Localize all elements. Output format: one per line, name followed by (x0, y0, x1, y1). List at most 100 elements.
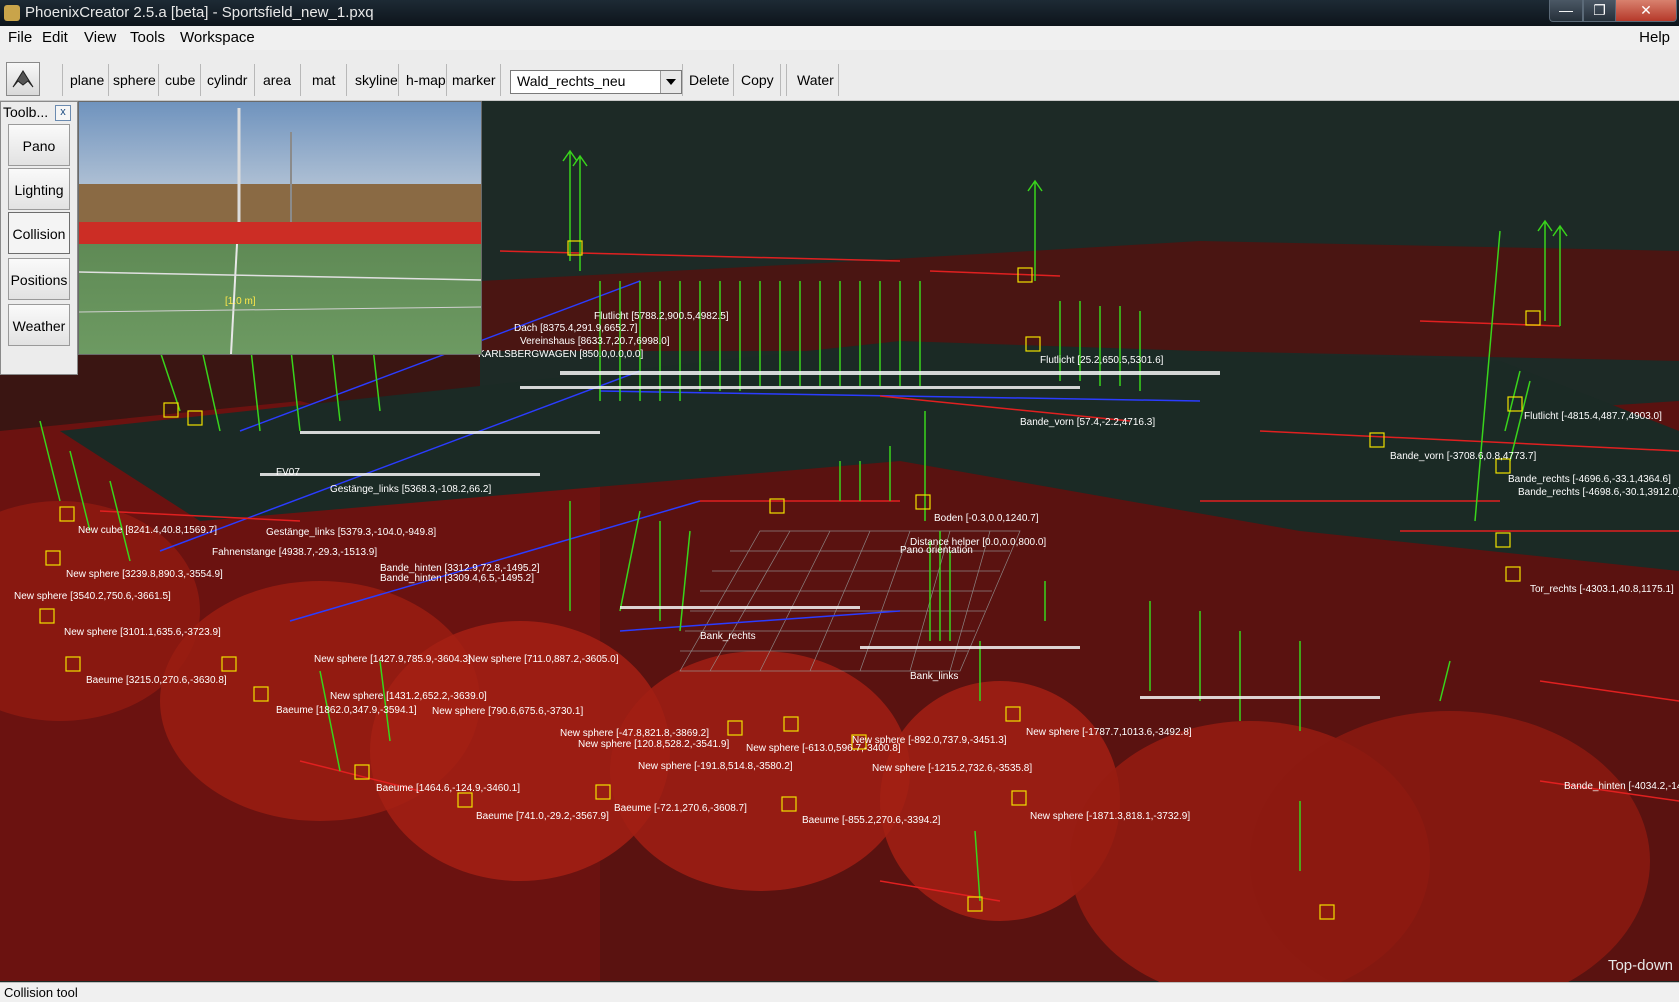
object-label: Baeume [741.0,-29.2,-3567.9] (476, 811, 609, 822)
object-label: Baeume [1862.0,347.9,-3594.1] (276, 705, 417, 716)
object-label: New sphere [-1215.2,732.6,-3535.8] (872, 763, 1033, 774)
skyline-button[interactable]: skyline (355, 72, 398, 88)
sphere-button[interactable]: sphere (113, 72, 156, 88)
object-label: New sphere [3239.8,890.3,-3554.9] (66, 569, 223, 580)
phoenix-logo-icon[interactable] (6, 62, 40, 96)
object-label: Pano orientation (900, 545, 973, 556)
toolbar-separator (446, 64, 447, 96)
pano-lines (79, 108, 481, 354)
delete-button[interactable]: Delete (689, 72, 729, 88)
toolbar: plane sphere cube cylindr area mat skyli… (0, 50, 1679, 101)
pano-scale-label: [1.0 m] (225, 296, 256, 307)
toolbar-separator (346, 64, 347, 96)
menu-file[interactable]: File (8, 29, 32, 46)
title-bar: PhoenixCreator 2.5.a [beta] - Sportsfiel… (0, 0, 1679, 26)
minimize-button[interactable]: — (1549, 0, 1583, 22)
chevron-down-icon[interactable] (660, 71, 681, 93)
object-label: Bande_vorn [-3708.6,0.8,4773.7] (1390, 451, 1537, 462)
object-label: Bank_rechts (700, 631, 756, 642)
object-label: Boden [-0.3,0.0,1240.7] (934, 513, 1039, 524)
positions-button[interactable]: Positions (8, 258, 70, 300)
close-button[interactable]: ✕ (1615, 0, 1677, 22)
object-label: Bande_rechts [-4698.6,-30.1,3912.0] (1518, 487, 1679, 498)
maximize-button[interactable]: ❐ (1583, 0, 1616, 22)
object-label: Baeume [-855.2,270.6,-3394.2] (802, 815, 941, 826)
object-label: New sphere [-191.8,514.8,-3580.2] (638, 761, 793, 772)
toolbar-separator (682, 64, 683, 96)
toolbar-separator (300, 64, 301, 96)
collision-button[interactable]: Collision (8, 212, 70, 254)
menu-bar: File Edit View Tools Workspace Help (0, 26, 1679, 50)
object-label: Gestänge_links [5379.3,-104.0,-949.8] (266, 527, 437, 538)
toolbar-separator (500, 64, 501, 96)
toolbar-separator (108, 64, 109, 96)
toolbox-panel: Toolb... x Pano Lighting Collision Posit… (0, 101, 78, 375)
plane-button[interactable]: plane (70, 72, 104, 88)
cylinder-button[interactable]: cylindr (207, 72, 247, 88)
menu-workspace[interactable]: Workspace (180, 29, 255, 46)
object-label: Flutlicht [25.2,650.5,5301.6] (1040, 355, 1164, 366)
water-button[interactable]: Water (797, 72, 834, 88)
toolbar-separator (200, 64, 201, 96)
view-mode-label: Top-down (1607, 957, 1673, 974)
toolbar-separator (786, 64, 787, 96)
status-bar: Collision tool (0, 982, 1679, 1002)
close-icon[interactable]: x (55, 105, 71, 121)
object-label: New sphere [3101.1,635.6,-3723.9] (64, 627, 221, 638)
menu-view[interactable]: View (84, 29, 116, 46)
object-label: Gestänge_links [5368.3,-108.2,66.2] (330, 484, 492, 495)
object-label: New sphere [-1871.3,818.1,-3732.9] (1030, 811, 1191, 822)
toolbar-separator (398, 64, 399, 96)
mat-button[interactable]: mat (312, 72, 335, 88)
object-label: Baeume [1464.6,-124.9,-3460.1] (376, 783, 520, 794)
object-label: Bande_hinten [3309.4,6.5,-1495.2] (380, 573, 535, 584)
object-label: New sphere [-892.0,737.9,-3451.3] (852, 735, 1007, 746)
pano-button[interactable]: Pano (8, 124, 70, 166)
window-title: PhoenixCreator 2.5.a [beta] - Sportsfiel… (25, 4, 374, 21)
app-icon (4, 5, 20, 21)
object-label: New sphere [120.8,528.2,-3541.9] (578, 739, 730, 750)
material-select[interactable]: Wald_rechts_neu (510, 70, 682, 94)
area-button[interactable]: area (263, 72, 291, 88)
object-label: New cube [8241.4,40.8,1569.7] (78, 525, 217, 536)
object-label: New sphere [790.6,675.6,-3730.1] (432, 706, 584, 717)
hmap-button[interactable]: h-map (406, 72, 446, 88)
weather-button[interactable]: Weather (8, 304, 70, 346)
object-label: Bande_rechts [-4696.6,-33.1,4364.6] (1508, 474, 1671, 485)
toolbar-separator (158, 64, 159, 96)
material-select-value: Wald_rechts_neu (517, 73, 626, 89)
object-label: Baeume [-72.1,270.6,-3608.7] (614, 803, 747, 814)
copy-button[interactable]: Copy (741, 72, 774, 88)
status-text: Collision tool (4, 985, 78, 1000)
object-label: New sphere [-47.8,821.8,-3869.2] (560, 728, 709, 739)
toolbar-separator (254, 64, 255, 96)
toolbar-separator (780, 64, 781, 96)
cube-button[interactable]: cube (165, 72, 195, 88)
menu-edit[interactable]: Edit (42, 29, 68, 46)
object-label: Bande_vorn [57.4,-2.2,4716.3] (1020, 417, 1156, 428)
object-label: Bank_links (910, 671, 959, 682)
object-label: New sphere [-1787.7,1013.6,-3492.8] (1026, 727, 1192, 738)
toolbar-separator (62, 64, 63, 96)
object-label: FV07 (276, 467, 300, 478)
object-label: New sphere [711.0,887.2,-3605.0] (468, 654, 619, 665)
object-label: Flutlicht [-4815.4,487.7,4903.0] (1524, 411, 1662, 422)
object-label: Dach [8375.4,291.9,6652.7] (514, 323, 638, 334)
object-label: Fahnenstange [4938.7,-29.3,-1513.9] (212, 547, 378, 558)
object-label: New sphere [3540.2,750.6,-3661.5] (14, 591, 171, 602)
object-label: KARLSBERGWAGEN [850.0,0.0,0.0] (478, 349, 644, 360)
toolbox-title: Toolb... (3, 104, 49, 120)
lighting-button[interactable]: Lighting (8, 168, 70, 210)
toolbar-separator (733, 64, 734, 96)
object-label: Flutlicht [5788.2,900.5,4982.5] (594, 311, 729, 322)
object-label: Baeume [3215.0,270.6,-3630.8] (86, 675, 227, 686)
object-label: Vereinshaus [8633.7,20.7,6998.0] (520, 336, 670, 347)
menu-tools[interactable]: Tools (130, 29, 165, 46)
toolbar-separator (838, 64, 839, 96)
menu-help[interactable]: Help (1639, 29, 1670, 46)
object-label: New sphere [1427.9,785.9,-3604.3] (314, 654, 471, 665)
object-label: Tor_rechts [-4303.1,40.8,1175.1] (1530, 584, 1674, 595)
object-label: New sphere [1431.2,652.2,-3639.0] (330, 691, 487, 702)
marker-button[interactable]: marker (452, 72, 496, 88)
pano-preview[interactable]: [1.0 m] (78, 101, 482, 355)
